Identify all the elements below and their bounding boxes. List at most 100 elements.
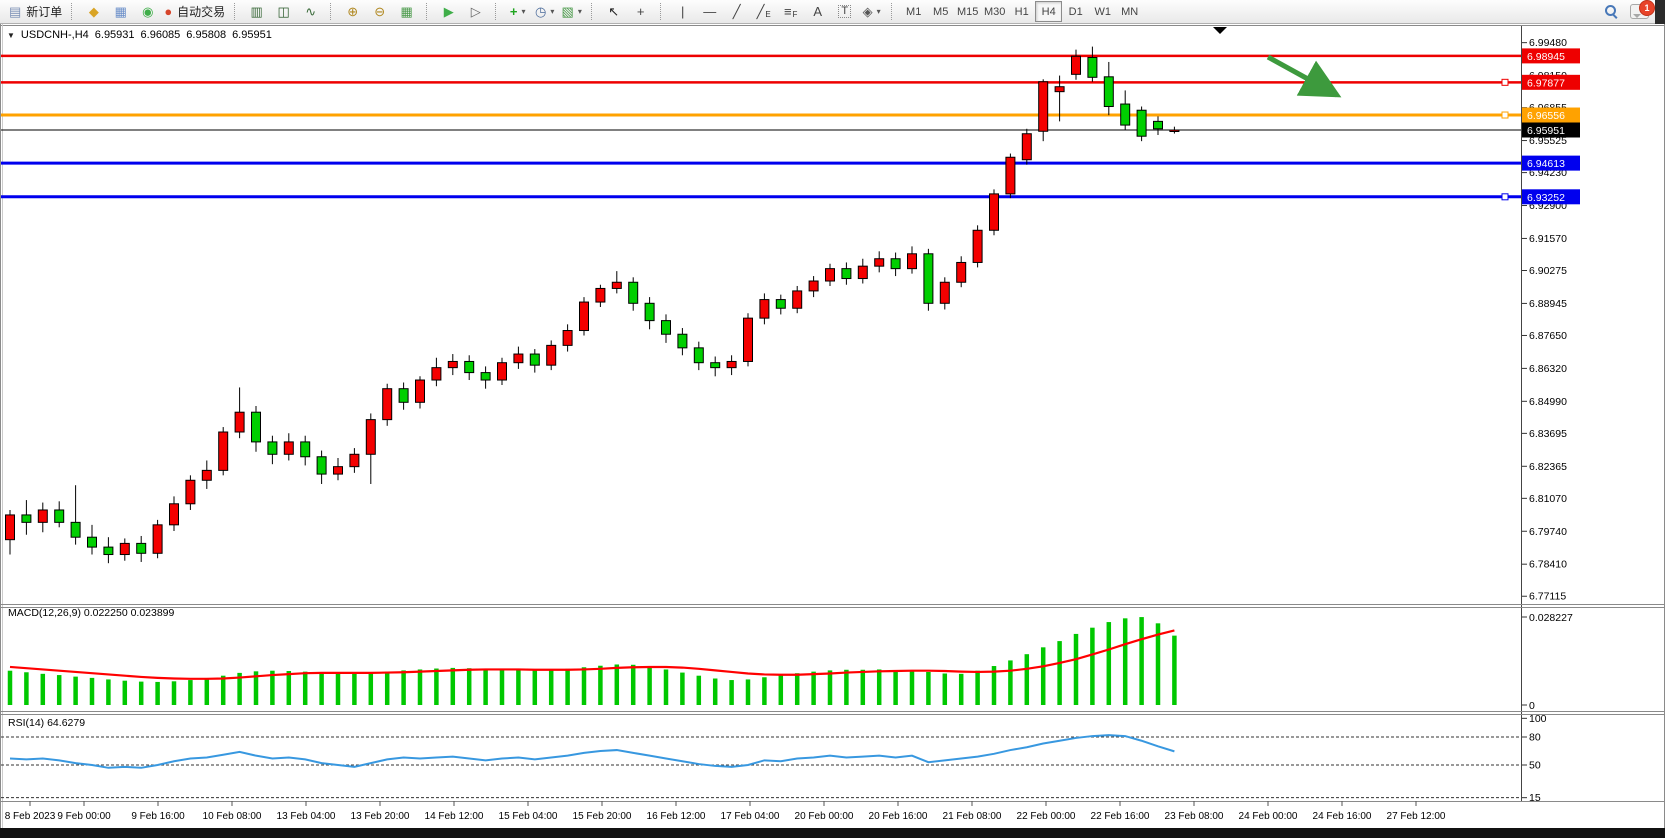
svg-text:10 Feb 08:00: 10 Feb 08:00	[203, 811, 262, 822]
toolbar-separator	[426, 3, 431, 20]
svg-text:16 Feb 12:00: 16 Feb 12:00	[647, 811, 706, 822]
toolbar-separator	[71, 3, 76, 20]
template-button[interactable]: ▧▾	[558, 1, 585, 23]
notifications-icon[interactable]: 1	[1630, 4, 1649, 19]
svg-text:6.83695: 6.83695	[1529, 428, 1567, 440]
svg-text:0: 0	[1529, 700, 1535, 712]
svg-text:6.88945: 6.88945	[1529, 298, 1567, 310]
chart-low-value: 6.95808	[186, 29, 226, 41]
text-label-glyph: T	[838, 5, 851, 18]
tile-windows-glyph: ▦	[401, 5, 413, 18]
bar-chart-button[interactable]: ▥	[243, 1, 270, 23]
svg-text:6.91570: 6.91570	[1529, 233, 1567, 245]
chart-window-icon[interactable]: ▦	[107, 1, 134, 23]
chart-symbol-label: USDCNH-,H4	[21, 29, 89, 41]
toolbar-right: 1	[1605, 4, 1649, 19]
channel-button[interactable]: ╱E	[750, 1, 777, 23]
crosshair-button[interactable]: +	[627, 1, 654, 23]
arrows-button[interactable]: ◈▾	[858, 1, 885, 23]
svg-text:0.028227: 0.028227	[1529, 612, 1573, 624]
svg-text:6.84990: 6.84990	[1529, 396, 1567, 408]
timeframe-d1-button[interactable]: D1	[1062, 1, 1089, 22]
cursor-button[interactable]: ↖	[600, 1, 627, 23]
svg-text:8 Feb 2023: 8 Feb 2023	[5, 811, 56, 822]
bottom-bar	[0, 828, 1665, 838]
crosshair-glyph: +	[637, 5, 645, 18]
horizontal-line-button[interactable]: —	[696, 1, 723, 23]
toolbar-separator	[660, 3, 665, 20]
line-handle[interactable]	[1502, 112, 1508, 118]
svg-text:15 Feb 04:00: 15 Feb 04:00	[499, 811, 558, 822]
line-handle[interactable]	[1502, 79, 1508, 85]
line-chart-glyph: ∿	[305, 5, 316, 18]
timeframe-h1-button[interactable]: H1	[1008, 1, 1035, 22]
period-glyph: ◷	[535, 5, 546, 18]
autotrade-button[interactable]: ●自动交易	[161, 1, 228, 23]
line-handle[interactable]	[1502, 194, 1508, 200]
market-watch-icon[interactable]: ◆	[80, 1, 107, 23]
timeframe-h4-button[interactable]: H4	[1035, 1, 1062, 22]
svg-text:20 Feb 00:00: 20 Feb 00:00	[795, 811, 854, 822]
chart-collapse-button[interactable]: ▼	[7, 31, 15, 40]
trendline-button[interactable]: ╱	[723, 1, 750, 23]
svg-text:13 Feb 20:00: 13 Feb 20:00	[351, 811, 410, 822]
svg-text:6.93252: 6.93252	[1527, 192, 1565, 204]
chevron-down-icon: ▾	[877, 7, 881, 16]
chart-high-value: 6.96085	[141, 29, 181, 41]
timeframe-mn-button[interactable]: MN	[1116, 1, 1143, 22]
new-order-button[interactable]: ▤新订单	[6, 1, 65, 23]
svg-text:80: 80	[1529, 732, 1541, 744]
timeframe-m30-button[interactable]: M30	[981, 1, 1008, 22]
period-button[interactable]: ◷▾	[531, 1, 558, 23]
svg-text:50: 50	[1529, 760, 1541, 772]
svg-text:24 Feb 00:00: 24 Feb 00:00	[1239, 811, 1298, 822]
svg-text:23 Feb 08:00: 23 Feb 08:00	[1165, 811, 1224, 822]
timeframe-m1-button[interactable]: M1	[900, 1, 927, 22]
chart-title: ▼ USDCNH-,H4 6.95931 6.96085 6.95808 6.9…	[7, 29, 272, 41]
signals-icon-glyph: ◉	[142, 5, 153, 18]
add-indicator-glyph: +	[510, 5, 518, 18]
timeframe-m5-button[interactable]: M5	[927, 1, 954, 22]
zoom-out-glyph: ⊖	[374, 5, 385, 18]
search-icon[interactable]	[1605, 5, 1618, 18]
icon-sub-label: F	[793, 10, 798, 19]
toolbar-separator	[591, 3, 596, 20]
line-chart-button[interactable]: ∿	[297, 1, 324, 23]
template-glyph: ▧	[562, 5, 574, 18]
notification-badge: 1	[1639, 0, 1655, 16]
chevron-down-icon: ▾	[521, 7, 525, 16]
svg-text:21 Feb 08:00: 21 Feb 08:00	[943, 811, 1002, 822]
bar-chart-glyph: ▥	[251, 5, 263, 18]
text-button[interactable]: A	[804, 1, 831, 23]
add-indicator-button[interactable]: +▾	[504, 1, 531, 23]
svg-text:14 Feb 12:00: 14 Feb 12:00	[425, 811, 484, 822]
svg-text:6.82365: 6.82365	[1529, 461, 1567, 473]
toolbar-separator	[330, 3, 335, 20]
svg-text:27 Feb 12:00: 27 Feb 12:00	[1387, 811, 1446, 822]
zoom-in-button[interactable]: ⊕	[339, 1, 366, 23]
svg-text:6.98945: 6.98945	[1527, 51, 1565, 63]
chart-shift-button[interactable]: ▷	[462, 1, 489, 23]
svg-text:22 Feb 00:00: 22 Feb 00:00	[1017, 811, 1076, 822]
fibonacci-button[interactable]: ≡F	[777, 1, 804, 23]
timeframe-w1-button[interactable]: W1	[1089, 1, 1116, 22]
market-watch-icon-glyph: ◆	[89, 5, 99, 18]
vertical-line-button[interactable]: |	[669, 1, 696, 23]
svg-text:6.96556: 6.96556	[1527, 110, 1565, 122]
macd-label: MACD(12,26,9) 0.022250 0.023899	[8, 607, 175, 619]
candlestick-chart-glyph: ◫	[278, 5, 290, 18]
svg-text:6.94613: 6.94613	[1527, 158, 1565, 170]
chart-window-icon-glyph: ▦	[115, 5, 127, 18]
auto-scroll-button[interactable]: ▶	[435, 1, 462, 23]
trendline-glyph: ╱	[733, 5, 741, 18]
new-order-button-label: 新订单	[26, 3, 62, 20]
svg-text:6.77115: 6.77115	[1529, 591, 1566, 603]
signals-icon[interactable]: ◉	[134, 1, 161, 23]
candlestick-chart-button[interactable]: ◫	[270, 1, 297, 23]
svg-text:9 Feb 00:00: 9 Feb 00:00	[57, 811, 111, 822]
zoom-out-button[interactable]: ⊖	[366, 1, 393, 23]
timeframe-m15-button[interactable]: M15	[954, 1, 981, 22]
tile-windows-button[interactable]: ▦	[393, 1, 420, 23]
svg-text:13 Feb 04:00: 13 Feb 04:00	[277, 811, 336, 822]
text-label-button[interactable]: T	[831, 1, 858, 23]
